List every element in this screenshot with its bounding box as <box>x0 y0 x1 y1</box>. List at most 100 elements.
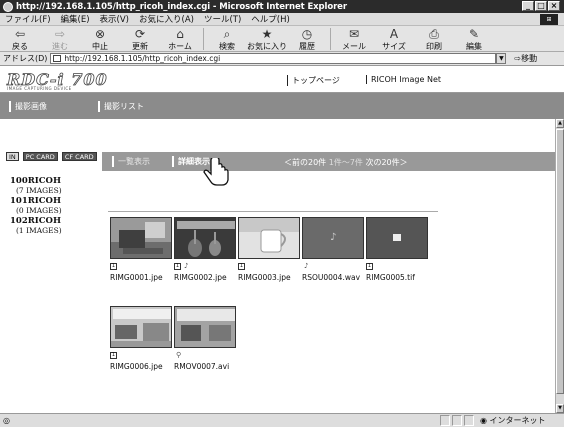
thumbnail-image[interactable]: ♪ <box>302 217 364 259</box>
thumbnail-filename[interactable]: RSOU0004.wav <box>302 273 366 282</box>
mail-label: メール <box>342 42 366 51</box>
thumbnail-filename[interactable]: RIMG0001.jpe <box>110 273 174 282</box>
menu-edit[interactable]: 編集(E) <box>56 13 95 25</box>
menu-view[interactable]: 表示(V) <box>95 13 134 25</box>
window-title-bar: http://192.168.1.105/http_ricoh_index.cg… <box>0 0 564 13</box>
search-button[interactable]: ⌕ 検索 <box>207 26 247 52</box>
menu-tools[interactable]: ツール(T) <box>199 13 246 25</box>
folder-count: (1 IMAGES) <box>16 226 62 235</box>
view-mode-bar: 一覧表示 詳細表示 ＜前の20件 1件〜7件 次の20件＞ <box>102 152 556 171</box>
edit-button[interactable]: ✎ 編集 <box>454 26 494 52</box>
pc-card-button[interactable]: PC CARD <box>22 152 58 161</box>
maximize-button[interactable]: □ <box>535 1 547 11</box>
thumbnail-image[interactable] <box>174 217 236 259</box>
menu-help[interactable]: ヘルプ(H) <box>246 13 295 25</box>
top-page-link[interactable]: トップページ <box>287 75 340 86</box>
thumbnail-image[interactable] <box>110 217 172 259</box>
minimize-button[interactable]: _ <box>522 1 534 11</box>
vertical-scrollbar[interactable]: ▲ ▼ <box>555 119 564 413</box>
thumbnail-image[interactable] <box>110 306 172 348</box>
back-label: 戻る <box>12 42 28 51</box>
menu-favorites[interactable]: お気に入り(A) <box>134 13 199 25</box>
thumbnail-filename[interactable]: RMOV0007.avi <box>174 362 238 371</box>
edit-icon: ✎ <box>468 27 480 41</box>
security-zone: ◉ インターネット <box>476 415 546 426</box>
folder-item[interactable]: 101RICOH (0 IMAGES) <box>10 196 62 215</box>
stop-icon: ⊗ <box>94 27 106 41</box>
folder-item[interactable]: 100RICOH (7 IMAGES) <box>10 176 62 195</box>
photo-guitars-icon <box>175 218 235 258</box>
security-zone-label: インターネット <box>489 416 546 425</box>
thumbnail-filename[interactable]: RIMG0002.jpe <box>174 273 238 282</box>
forward-button[interactable]: ⇨ 進む <box>40 26 80 52</box>
folder-item[interactable]: 102RICOH (1 IMAGES) <box>10 216 62 235</box>
page-done-icon: ◎ <box>3 416 10 425</box>
folder-list: 100RICOH (7 IMAGES) 101RICOH (0 IMAGES) … <box>10 176 62 236</box>
thumbnail-item[interactable]: 1 RIMG0001.jpe <box>110 217 174 282</box>
mail-button[interactable]: ✉ メール <box>334 26 374 52</box>
scroll-up-button[interactable]: ▲ <box>556 119 564 128</box>
next-page-link[interactable]: 次の20件＞ <box>365 158 407 167</box>
menu-file[interactable]: ファイル(F) <box>0 13 56 25</box>
thumbnail-meta: 1 ♪ <box>174 261 238 271</box>
logo-area: RDC-i 700 IMAGE CAPTURING DEVICE トップページ … <box>0 67 564 93</box>
thumbnail-item[interactable]: 1 ♪ RIMG0002.jpe <box>174 217 238 282</box>
history-icon: ◷ <box>301 27 313 41</box>
thumbnail-image[interactable] <box>238 217 300 259</box>
cf-card-button[interactable]: CF CARD <box>61 152 97 161</box>
select-checkbox[interactable]: 1 <box>110 351 117 359</box>
list-view-link[interactable]: 一覧表示 <box>112 156 150 167</box>
status-panel <box>452 415 462 426</box>
address-dropdown-button[interactable]: ▼ <box>496 53 507 64</box>
toolbar-separator <box>203 28 204 50</box>
tab-captured-images[interactable]: 撮影画像 <box>9 101 47 112</box>
thumbnail-item[interactable]: ⚲ RMOV0007.avi <box>174 306 238 371</box>
tiff-file-icon <box>393 234 401 241</box>
thumbnail-image[interactable] <box>366 217 428 259</box>
thumbnail-meta: 1 <box>366 261 430 271</box>
font-size-icon: A <box>389 27 399 41</box>
scroll-down-button[interactable]: ▼ <box>556 404 564 413</box>
close-button[interactable]: × <box>548 1 560 11</box>
thumbnail-item[interactable]: 1 RIMG0003.jpe <box>238 217 302 282</box>
mail-icon: ✉ <box>348 27 360 41</box>
thumbnail-filename[interactable]: RIMG0006.jpe <box>110 362 174 371</box>
print-button[interactable]: ⎙ 印刷 <box>414 26 454 52</box>
folder-name: 100RICOH <box>10 176 61 186</box>
favorites-label: お気に入り <box>247 42 287 51</box>
history-label: 履歴 <box>299 42 315 51</box>
select-checkbox[interactable]: 1 <box>238 262 245 270</box>
search-icon: ⌕ <box>223 27 231 41</box>
ricoh-image-net-link[interactable]: RICOH Image Net <box>366 75 441 84</box>
thumbnail-item[interactable]: ♪ ♪ RSOU0004.wav <box>302 217 366 282</box>
select-checkbox[interactable]: 1 <box>110 262 117 270</box>
stop-button[interactable]: ⊗ 中止 <box>80 26 120 52</box>
font-size-button[interactable]: A サイズ <box>374 26 414 52</box>
refresh-button[interactable]: ⟳ 更新 <box>120 26 160 52</box>
back-button[interactable]: ⇦ 戻る <box>0 26 40 52</box>
home-icon: ⌂ <box>176 27 184 41</box>
thumbnail-meta: ⚲ <box>174 350 238 360</box>
prev-page-link[interactable]: ＜前の20件 <box>284 158 326 167</box>
thumbnail-filename[interactable]: RIMG0005.tif <box>366 273 430 282</box>
history-button[interactable]: ◷ 履歴 <box>287 26 327 52</box>
refresh-icon: ⟳ <box>134 27 146 41</box>
tab-capture-list[interactable]: 撮影リスト <box>98 101 144 112</box>
scrollbar-thumb[interactable] <box>556 129 564 394</box>
folder-name: 101RICOH <box>10 196 61 206</box>
thumbnail-image[interactable] <box>174 306 236 348</box>
internet-globe-icon: ◉ <box>480 416 490 425</box>
thumbnail-item[interactable]: 1 RIMG0006.jpe <box>110 306 174 371</box>
page-range: 1件〜7件 <box>328 158 363 167</box>
address-input[interactable]: http://192.168.1.105/http_ricoh_index.cg… <box>50 53 497 64</box>
thumbnail-item[interactable]: 1 RIMG0005.tif <box>366 217 430 282</box>
select-checkbox[interactable]: 1 <box>174 262 181 270</box>
refresh-label: 更新 <box>132 42 148 51</box>
select-checkbox[interactable]: 1 <box>366 262 373 270</box>
thumbnail-filename[interactable]: RIMG0003.jpe <box>238 273 302 282</box>
go-button[interactable]: ⇨移動 <box>514 53 537 64</box>
favorites-button[interactable]: ★ お気に入り <box>247 26 287 52</box>
favorites-icon: ★ <box>261 27 273 41</box>
home-button[interactable]: ⌂ ホーム <box>160 26 200 52</box>
internal-memory-button[interactable]: IN <box>6 152 19 161</box>
